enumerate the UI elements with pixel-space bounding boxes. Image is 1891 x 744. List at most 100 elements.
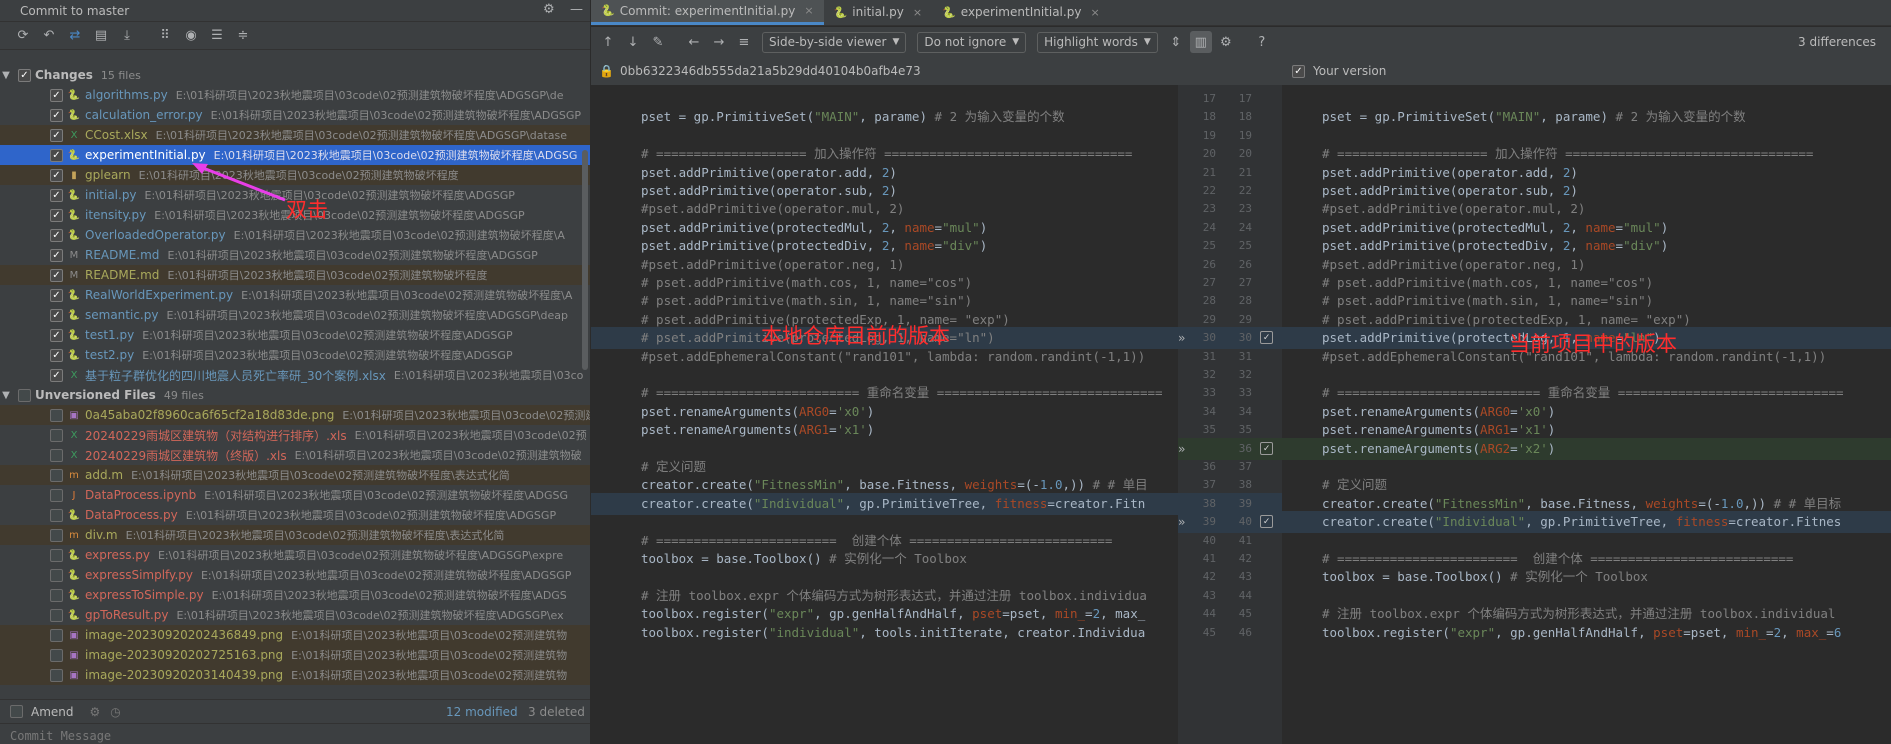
chevron-down-icon[interactable]: ▼ — [0, 70, 12, 81]
file-row[interactable]: X 20240229雨城区建筑物（对结构进行排序）.xls E:\01科研项目\20… — [0, 425, 590, 445]
file-row[interactable]: 🐍 DataProcess.py E:\01科研项目\2023秋地震项目\03cod… — [0, 505, 590, 525]
edit-icon[interactable]: ✎ — [647, 31, 669, 53]
eye-icon[interactable]: ◉ — [180, 25, 202, 47]
file-checkbox[interactable]: ✓ — [50, 148, 63, 162]
file-checkbox[interactable]: ✓ — [50, 268, 63, 282]
file-row[interactable]: ✓ 🐍 algorithms.py E:\01科研项目\2023秋地震项目\03cod… — [0, 85, 590, 105]
file-row[interactable]: J DataProcess.ipynb E:\01科研项目\2023秋地震项目\03… — [0, 485, 590, 505]
group-by-icon[interactable]: ⠿ — [154, 25, 176, 47]
file-checkbox[interactable]: ✓ — [50, 368, 63, 382]
file-checkbox[interactable] — [50, 588, 63, 602]
file-checkbox[interactable] — [50, 568, 63, 582]
file-row[interactable]: ✓ 🐍 RealWorldExperiment.py E:\01科研项目\2023秋地… — [0, 285, 590, 305]
commit-message-input[interactable]: Commit Message — [0, 723, 590, 744]
file-row[interactable]: m add.m E:\01科研项目\2023秋地震项目\03code\02预测建筑物… — [0, 465, 590, 485]
arrow-up-icon[interactable]: ↑ — [597, 31, 619, 53]
file-row[interactable]: ✓ 🐍 calculation_error.py E:\01科研项目\2023秋地震项… — [0, 105, 590, 125]
amend-checkbox[interactable] — [10, 705, 23, 718]
file-row[interactable]: ▣ image-20230920202436849.png E:\01科研项目\20… — [0, 625, 590, 645]
tree-scrollbar[interactable] — [582, 150, 588, 370]
highlight-dropdown[interactable]: Highlight words ▼ — [1037, 31, 1158, 53]
file-row[interactable]: ✓ ▮ gplearn E:\01科研项目\2023秋地震项目\03code\02预测… — [0, 165, 590, 185]
file-checkbox[interactable]: ✓ — [50, 248, 63, 262]
collapse-all-icon[interactable]: ≑ — [232, 25, 254, 47]
file-row[interactable]: ✓ 🐍 test2.py E:\01科研项目\2023秋地震项目\03code\02预… — [0, 345, 590, 365]
apply-change-checkbox[interactable]: ✓ — [1260, 331, 1273, 345]
gear-icon[interactable]: ⚙ — [543, 2, 555, 17]
file-checkbox[interactable] — [50, 608, 63, 622]
editor-tab[interactable]: 🐍 experimentInitial.py × — [932, 0, 1110, 25]
editor-tab[interactable]: 🐍 initial.py × — [824, 0, 932, 25]
arrow-left-icon[interactable]: ← — [683, 31, 705, 53]
arrow-right-icon[interactable]: → — [708, 31, 730, 53]
file-row[interactable]: ✓ X 基于粒子群优化的四川地震人员死亡率研_30个案例.xlsx E:\01科研项目… — [0, 365, 590, 385]
tree-group-unversioned[interactable]: ▼ Unversioned Files 49 files — [0, 385, 590, 405]
ignore-dropdown[interactable]: Do not ignore ▼ — [917, 31, 1027, 53]
file-checkbox[interactable] — [50, 468, 63, 482]
file-row[interactable]: ✓ 🐍 semantic.py E:\01科研项目\2023秋地震项目\03code\… — [0, 305, 590, 325]
right-code-pane[interactable]: pset = gp.PrimitiveSet("MAIN", parame) #… — [1282, 85, 1891, 744]
file-checkbox[interactable]: ✓ — [50, 188, 63, 202]
file-row[interactable]: ✓ M README.md E:\01科研项目\2023秋地震项目\03code\02… — [0, 245, 590, 265]
file-checkbox[interactable] — [50, 628, 63, 642]
file-row[interactable]: ▣ image-20230920203140439.png E:\01科研项目\20… — [0, 665, 590, 685]
file-checkbox[interactable] — [50, 488, 63, 502]
file-row[interactable]: ▣ 0a45aba02f8960ca6f65cf2a18d83de.png E:\0… — [0, 405, 590, 425]
unversioned-checkbox[interactable] — [18, 388, 31, 402]
code-line[interactable]: toolbox.register("expr", gp.genHalfAndHa… — [1282, 622, 1891, 644]
file-checkbox[interactable]: ✓ — [50, 288, 63, 302]
arrow-down-icon[interactable]: ↓ — [622, 31, 644, 53]
file-checkbox[interactable]: ✓ — [50, 208, 63, 222]
changes-checkbox[interactable]: ✓ — [18, 68, 31, 82]
file-row[interactable]: ✓ 🐍 OverloadedOperator.py E:\01科研项目\2023秋地震… — [0, 225, 590, 245]
editor-tab[interactable]: 🐍 Commit: experimentInitial.py × — [591, 0, 824, 25]
file-checkbox[interactable] — [50, 448, 63, 462]
file-checkbox[interactable]: ✓ — [50, 108, 63, 122]
file-row[interactable]: ✓ 🐍 experimentInitial.py E:\01科研项目\2023秋地震项… — [0, 145, 590, 165]
diff-icon[interactable]: ⇄ — [64, 25, 86, 47]
download-icon[interactable]: ⤓ — [116, 25, 138, 47]
file-checkbox[interactable]: ✓ — [50, 308, 63, 322]
file-checkbox[interactable] — [50, 668, 63, 682]
list-icon[interactable]: ≡ — [733, 31, 755, 53]
clock-icon[interactable]: ◷ — [110, 705, 120, 719]
viewer-dropdown[interactable]: Side-by-side viewer ▼ — [762, 31, 907, 53]
code-line[interactable]: toolbox.register("individual", tools.ini… — [591, 622, 1178, 644]
left-code-pane[interactable]: pset = gp.PrimitiveSet("MAIN", parame) #… — [591, 85, 1178, 744]
file-checkbox[interactable] — [50, 648, 63, 662]
file-row[interactable]: 🐍 expressSimplfy.py E:\01科研项目\2023秋地震项目\03… — [0, 565, 590, 585]
file-checkbox[interactable] — [50, 548, 63, 562]
refresh-icon[interactable]: ⟳ — [12, 25, 34, 47]
help-icon[interactable]: ? — [1251, 31, 1273, 53]
collapse-unchanged-icon[interactable]: ⇕ — [1165, 31, 1187, 53]
apply-change-checkbox[interactable]: ✓ — [1260, 441, 1273, 455]
include-all-checkbox[interactable]: ✓ — [1292, 64, 1305, 78]
close-icon[interactable]: × — [913, 6, 922, 19]
gear-icon[interactable]: ⚙ — [90, 705, 101, 719]
file-checkbox[interactable] — [50, 508, 63, 522]
shelve-icon[interactable]: ▤ — [90, 25, 112, 47]
file-row[interactable]: m div.m E:\01科研项目\2023秋地震项目\03code\02预测建筑物… — [0, 525, 590, 545]
tree-group-changes[interactable]: ▼ ✓ Changes 15 files — [0, 65, 590, 85]
file-checkbox[interactable]: ✓ — [50, 168, 63, 182]
close-icon[interactable]: × — [804, 4, 813, 17]
chevron-down-icon[interactable]: ▼ — [0, 390, 12, 401]
file-row[interactable]: X 20240229雨城区建筑物（终版）.xls E:\01科研项目\2023秋地震… — [0, 445, 590, 465]
rollback-icon[interactable]: ↶ — [38, 25, 60, 47]
file-checkbox[interactable] — [50, 428, 63, 442]
apply-change-checkbox[interactable]: ✓ — [1260, 515, 1273, 529]
gear-icon[interactable]: ⚙ — [1215, 31, 1237, 53]
expand-all-icon[interactable]: ☰ — [206, 25, 228, 47]
file-row[interactable]: ✓ X CCost.xlsx E:\01科研项目\2023秋地震项目\03code\0… — [0, 125, 590, 145]
file-row[interactable]: 🐍 gpToResult.py E:\01科研项目\2023秋地震项目\03code… — [0, 605, 590, 625]
close-icon[interactable]: × — [1090, 6, 1099, 19]
file-row[interactable]: ▣ image-20230920202725163.png E:\01科研项目\20… — [0, 645, 590, 665]
sync-scroll-icon[interactable]: ▥ — [1189, 31, 1212, 53]
file-row[interactable]: 🐍 expressToSimple.py E:\01科研项目\2023秋地震项目\0… — [0, 585, 590, 605]
file-checkbox[interactable]: ✓ — [50, 328, 63, 342]
file-checkbox[interactable]: ✓ — [50, 348, 63, 362]
file-row[interactable]: ✓ 🐍 test1.py E:\01科研项目\2023秋地震项目\03code\02预… — [0, 325, 590, 345]
file-checkbox[interactable]: ✓ — [50, 88, 63, 102]
file-checkbox[interactable] — [50, 528, 63, 542]
file-checkbox[interactable] — [50, 408, 63, 422]
